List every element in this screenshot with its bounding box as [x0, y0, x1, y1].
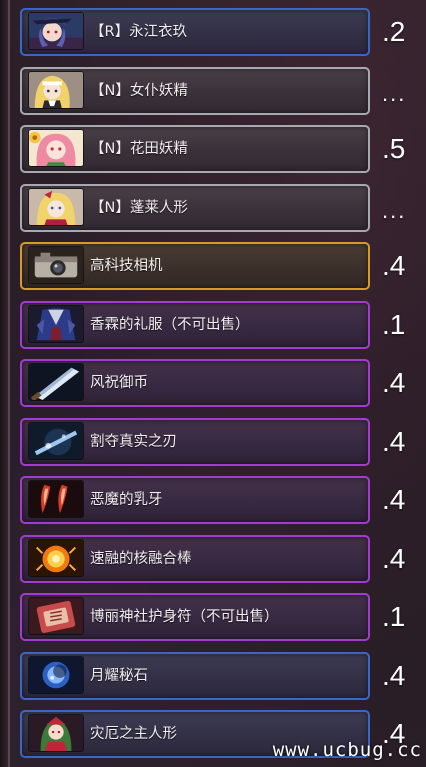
item-value: ... — [382, 197, 407, 223]
item-name: 速融的核融合棒 — [90, 550, 192, 567]
left-edge-strip — [0, 0, 10, 767]
item-name: 香霖的礼服（不可出售） — [90, 316, 250, 333]
item-value: .4 — [382, 250, 406, 281]
item-name: 【N】蓬莱人形 — [90, 199, 188, 216]
item-name: 【R】永江衣玖 — [90, 24, 188, 40]
item-name: 风祝御币 — [90, 375, 148, 391]
item-value: .4 — [382, 542, 406, 574]
item-row[interactable]: 【N】蓬莱人形 ... — [20, 183, 426, 232]
item-name: 【N】女仆妖精 — [90, 82, 188, 99]
moon-stone-icon — [28, 655, 84, 694]
item-name: 月耀秘石 — [90, 667, 148, 684]
charm-icon — [28, 597, 84, 635]
item-row[interactable]: 恶魔的乳牙 .4 — [20, 476, 426, 524]
item-row[interactable]: 风祝御币 .4 — [20, 359, 426, 407]
camera-icon — [28, 246, 84, 284]
item-value: .4 — [382, 425, 406, 457]
item-value: .2 — [382, 16, 406, 47]
item-name: 【N】花田妖精 — [90, 141, 188, 157]
item-row[interactable]: 【R】永江衣玖 .2 — [20, 8, 426, 56]
item-row[interactable]: 速融的核融合棒 .4 — [20, 534, 426, 583]
item-name: 割夺真实之刃 — [90, 433, 177, 450]
item-name: 灾厄之主人形 — [90, 726, 177, 742]
sword-icon — [28, 421, 84, 460]
item-row[interactable]: 【N】花田妖精 .5 — [20, 125, 426, 173]
item-value: .4 — [382, 659, 406, 691]
item-row[interactable]: 月耀秘石 .4 — [20, 651, 426, 700]
item-row[interactable]: 博丽神社护身符（不可出售） .1 — [20, 593, 426, 641]
item-row[interactable]: 香霖的礼服（不可出售） .1 — [20, 300, 426, 349]
item-value: .5 — [382, 133, 406, 164]
item-row[interactable]: 割夺真实之刃 .4 — [20, 417, 426, 466]
item-name: 博丽神社护身符（不可出售） — [90, 609, 279, 625]
character-portrait-icon — [28, 70, 84, 109]
item-value: .1 — [382, 308, 406, 340]
item-name: 高科技相机 — [90, 258, 163, 274]
item-row[interactable]: 高科技相机 .4 — [20, 242, 426, 290]
blade-icon — [28, 363, 84, 401]
fusion-rod-icon — [28, 538, 84, 577]
character-portrait-icon — [28, 12, 84, 50]
character-portrait-icon — [28, 187, 84, 226]
item-row[interactable]: 【N】女仆妖精 ... — [20, 66, 426, 115]
item-value: ... — [382, 80, 407, 106]
item-value: .4 — [382, 484, 406, 515]
character-portrait-icon — [28, 129, 84, 167]
item-value: .4 — [382, 367, 406, 398]
robe-icon — [28, 304, 84, 343]
item-name: 恶魔的乳牙 — [90, 492, 163, 508]
watermark-text: www.ucbug.cc — [272, 739, 422, 761]
doll-icon — [28, 714, 84, 752]
fang-icon — [28, 480, 84, 518]
item-value: .1 — [382, 601, 406, 632]
